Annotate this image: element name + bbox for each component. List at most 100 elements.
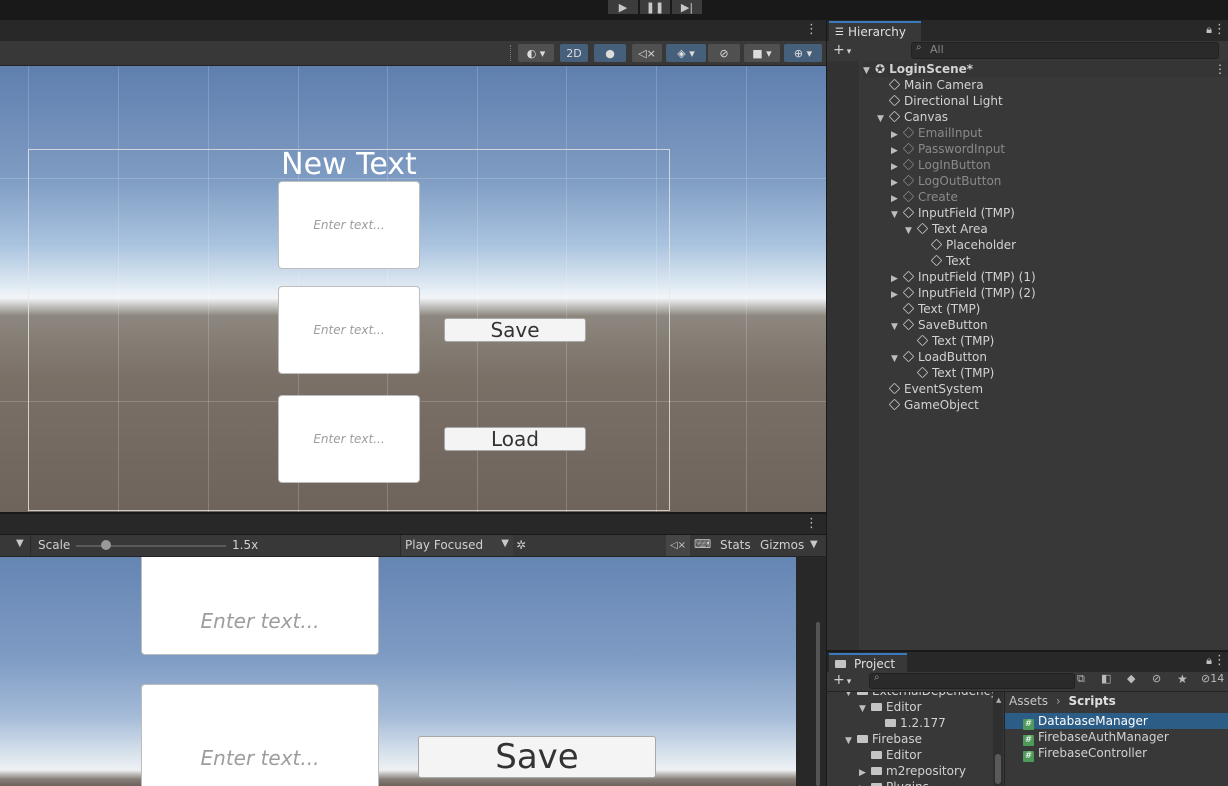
- hierarchy-item[interactable]: Text (TMP): [891, 301, 980, 317]
- expand-arrow-icon[interactable]: ▼: [891, 207, 903, 223]
- play-mode-dropdown[interactable]: Play Focused ▼: [400, 535, 513, 556]
- more-options-icon[interactable]: ⋮: [1213, 653, 1226, 668]
- input-field[interactable]: Enter text...: [141, 557, 379, 655]
- scale-slider-thumb[interactable]: [101, 540, 111, 550]
- input-field[interactable]: Enter text...: [141, 684, 379, 786]
- new-text-label[interactable]: New Text: [278, 148, 420, 182]
- hierarchy-search-input[interactable]: ⌕ All: [911, 42, 1219, 59]
- hierarchy-item[interactable]: EventSystem: [877, 381, 983, 397]
- pause-button[interactable]: ❚❚: [640, 0, 670, 14]
- folder-tree-item[interactable]: 1.2.177: [873, 715, 946, 731]
- hierarchy-item[interactable]: ▶ LogOutButton: [891, 173, 1001, 189]
- favorite-star-icon[interactable]: ★: [1177, 672, 1188, 686]
- tab-hierarchy[interactable]: ☰ Hierarchy: [829, 21, 921, 41]
- lock-icon[interactable]: 🔒︎: [1206, 23, 1212, 37]
- hierarchy-item[interactable]: ▶ LogInButton: [891, 157, 991, 173]
- hierarchy-item[interactable]: ▼ Text Area: [905, 221, 988, 237]
- visibility-toggle[interactable]: ⊘: [708, 44, 740, 62]
- stats-button[interactable]: Stats: [720, 538, 751, 552]
- scale-slider-track[interactable]: [76, 545, 226, 547]
- more-options-icon[interactable]: ⋮: [1214, 61, 1226, 77]
- create-button[interactable]: + ▾: [833, 672, 851, 688]
- folder-tree-item[interactable]: ▶ m2repository: [859, 763, 966, 779]
- hierarchy-item[interactable]: Text (TMP): [905, 365, 994, 381]
- breadcrumb-assets[interactable]: Assets: [1009, 694, 1048, 708]
- scene-root-row[interactable]: ▼ ✪ LoginScene* ⋮: [863, 61, 1228, 77]
- display-dropdown-arrow[interactable]: ▼: [16, 538, 24, 549]
- input-field[interactable]: Enter text...: [278, 395, 420, 483]
- more-options-icon[interactable]: ⋮: [805, 516, 818, 531]
- input-field[interactable]: Enter text...: [278, 286, 420, 374]
- more-options-icon[interactable]: ⋮: [805, 22, 818, 37]
- hierarchy-item[interactable]: Directional Light: [877, 93, 1003, 109]
- folder-tree-item[interactable]: ▼ ExternalDependency: [845, 692, 997, 699]
- folder-toggle-icon[interactable]: ▼: [859, 701, 871, 717]
- folder-tree-item[interactable]: ▶ Plugins: [859, 779, 929, 786]
- hierarchy-item[interactable]: ▶ InputField (TMP) (1): [891, 269, 1036, 285]
- lock-icon[interactable]: 🔒︎: [1206, 654, 1212, 668]
- folder-toggle-icon[interactable]: ▼: [845, 733, 857, 749]
- load-button[interactable]: Load: [444, 427, 586, 451]
- search-by-type-icon[interactable]: ⧉: [1077, 672, 1085, 686]
- scene-view[interactable]: New Text Enter text... Enter text... Ent…: [0, 66, 826, 512]
- gameobject-cube-icon: [888, 110, 901, 123]
- folder-toggle-icon[interactable]: ▶: [859, 781, 871, 786]
- scrollbar[interactable]: [816, 622, 820, 786]
- hierarchy-item[interactable]: Placeholder: [919, 237, 1016, 253]
- gizmos-button[interactable]: Gizmos: [760, 538, 804, 552]
- label-tag-icon[interactable]: ◆: [1127, 672, 1135, 685]
- gameobject-cube-icon: [902, 158, 915, 171]
- tab-project[interactable]: Project: [829, 653, 907, 673]
- input-field[interactable]: Enter text...: [278, 181, 420, 269]
- save-button[interactable]: Save: [418, 736, 656, 778]
- expand-arrow-icon[interactable]: ▼: [891, 319, 903, 335]
- hierarchy-item[interactable]: Text: [919, 253, 970, 269]
- hierarchy-item[interactable]: GameObject: [877, 397, 979, 413]
- script-file-item[interactable]: # FirebaseAuthManager: [1005, 729, 1228, 746]
- hierarchy-item[interactable]: ▼ LoadButton: [891, 349, 987, 365]
- lighting-toggle[interactable]: ●: [594, 44, 626, 62]
- folder-tree-item[interactable]: ▼ Firebase: [845, 731, 922, 747]
- hierarchy-item[interactable]: ▶ Create: [891, 189, 958, 205]
- script-file-item[interactable]: # DatabaseManager: [1005, 713, 1228, 730]
- camera-dropdown[interactable]: ■ ▾: [744, 44, 780, 62]
- hierarchy-item[interactable]: ▼ InputField (TMP): [891, 205, 1015, 221]
- folder-toggle-icon[interactable]: ▼: [845, 692, 857, 701]
- filter-type-icon[interactable]: ◧: [1101, 672, 1111, 685]
- script-file-item[interactable]: # FirebaseController: [1005, 745, 1228, 762]
- step-button[interactable]: ▶|: [672, 0, 702, 14]
- effects-dropdown[interactable]: ◈ ▾: [666, 44, 706, 62]
- draw-mode-dropdown[interactable]: ◐ ▾: [518, 44, 554, 62]
- hierarchy-item-label: Canvas: [904, 110, 949, 124]
- bug-icon[interactable]: ✲: [516, 538, 526, 552]
- hierarchy-item[interactable]: ▶ InputField (TMP) (2): [891, 285, 1036, 301]
- hierarchy-item[interactable]: ▼ SaveButton: [891, 317, 988, 333]
- breadcrumb-scripts[interactable]: Scripts: [1069, 694, 1116, 708]
- game-view[interactable]: Enter text... Enter text... Save: [0, 557, 796, 786]
- hierarchy-item[interactable]: ▼ Canvas: [877, 109, 948, 125]
- audio-toggle[interactable]: ◁×: [632, 44, 662, 62]
- chevron-down-icon[interactable]: ▼: [810, 539, 818, 550]
- expand-arrow-icon[interactable]: ▼: [891, 351, 903, 367]
- more-options-icon[interactable]: ⋮: [1213, 22, 1226, 37]
- hierarchy-item[interactable]: Main Camera: [877, 77, 984, 93]
- play-button[interactable]: ▶: [608, 0, 638, 14]
- hidden-packages-toggle[interactable]: ⊘14: [1201, 672, 1224, 685]
- expand-arrow-icon[interactable]: ▼: [905, 223, 917, 239]
- save-button[interactable]: Save: [444, 318, 586, 342]
- folder-tree-item[interactable]: ▼ Editor: [859, 699, 922, 715]
- create-button[interactable]: + ▾: [833, 42, 851, 58]
- toggle-2d-button[interactable]: 2D: [560, 44, 588, 62]
- keyboard-icon[interactable]: ⌨: [694, 537, 711, 551]
- folder-tree-item[interactable]: Editor: [859, 747, 922, 763]
- expand-arrow-icon[interactable]: ▼: [877, 111, 889, 127]
- tree-scrollbar[interactable]: ▲: [993, 692, 1003, 786]
- hierarchy-item[interactable]: ▶ PasswordInput: [891, 141, 1005, 157]
- gizmos-dropdown[interactable]: ⊕ ▾: [784, 44, 822, 62]
- scrollbar-thumb[interactable]: [995, 754, 1001, 784]
- mute-audio-icon[interactable]: ◁×: [666, 535, 690, 556]
- project-search-input[interactable]: ⌕: [869, 672, 1075, 689]
- warning-icon[interactable]: ⊘: [1152, 672, 1161, 685]
- hierarchy-item[interactable]: Text (TMP): [905, 333, 994, 349]
- hierarchy-item[interactable]: ▶ EmailInput: [891, 125, 982, 141]
